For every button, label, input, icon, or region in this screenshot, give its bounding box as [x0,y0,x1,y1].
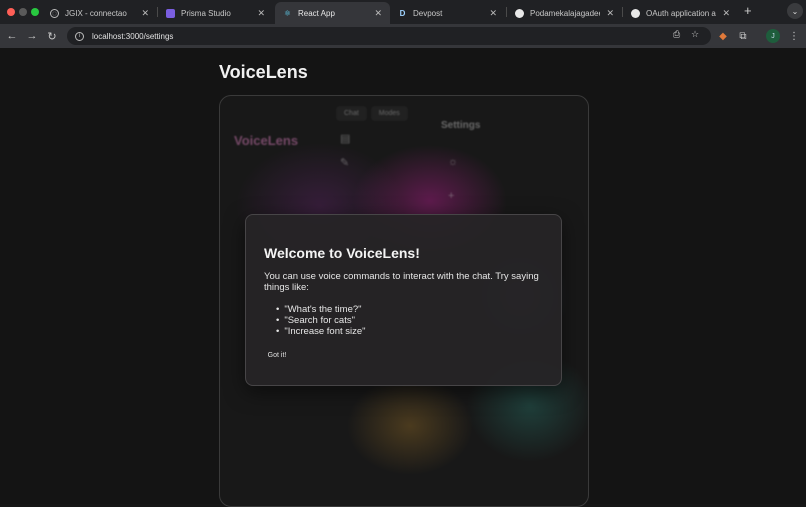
back-arrow-icon[interactable]: ← [4,28,20,44]
close-tab-icon[interactable]: ✕ [374,8,382,19]
address-bar[interactable]: i localhost:3000/settings [67,27,711,45]
extension-fox-icon[interactable]: ◆ [715,28,731,44]
app-logo: VoiceLens [234,133,299,148]
browser-toolbar: ← → ↻ i localhost:3000/settings ⎙ ☆ ◆ ⧉ … [0,24,806,48]
install-app-icon[interactable]: ⎙ [673,29,680,40]
tab-modes[interactable]: Modes [370,106,408,121]
edit-icon[interactable]: ✎ [340,156,349,169]
close-window-button[interactable] [7,8,15,16]
settings-heading: Settings [441,120,481,131]
close-tab-icon[interactable]: ✕ [722,8,730,19]
sun-icon[interactable]: ☼ [448,156,458,168]
browser-tab-react-app[interactable]: ⚛ React App ✕ [275,2,390,24]
react-icon: ⚛ [283,8,292,18]
forward-arrow-icon[interactable]: → [24,28,40,44]
globe-icon: ◌ [50,8,59,18]
url-text: localhost:3000/settings [92,31,174,41]
list-item: "Search for cats" [276,315,366,326]
list-item: "What's the time?" [276,304,366,315]
prisma-icon [166,8,175,18]
browser-tab-github-repo[interactable]: Podamekalajagadeesh/ ✕ [507,2,622,24]
browser-tab-devpost[interactable]: D Devpost ✕ [390,2,505,24]
plus-icon[interactable]: + [448,190,454,202]
page-content: VoiceLens VoiceLens Chat Modes ▤ ✎ Setti… [0,48,806,507]
mode-tabs: Chat Modes [336,106,408,121]
browser-tab-prisma[interactable]: Prisma Studio ✕ [158,2,273,24]
new-tab-button[interactable]: + [744,4,752,18]
list-item: "Increase font size" [276,326,365,337]
got-it-button[interactable]: Got it! [264,346,290,366]
close-tab-icon[interactable]: ✕ [141,8,149,19]
browser-tab-strip: ◌ JGIX - connectao ✕ Prisma Studio ✕ ⚛ R… [0,0,806,24]
close-tab-icon[interactable]: ✕ [257,8,265,19]
chevron-down-icon[interactable]: ⌄ [787,3,803,19]
profile-avatar[interactable]: J [766,29,780,43]
welcome-modal: Welcome to VoiceLens! You can use voice … [245,214,562,386]
reload-icon[interactable]: ↻ [44,28,60,44]
modal-body-text: You can use voice commands to interact w… [264,271,539,293]
close-tab-icon[interactable]: ✕ [489,8,497,19]
devpost-icon: D [399,8,406,18]
voice-command-examples: "What's the time?" "Search for cats" "In… [276,304,366,337]
browser-tab-oauth[interactable]: OAuth application autho ✕ [623,2,738,24]
bookmark-star-icon[interactable]: ☆ [691,29,699,40]
page-title: VoiceLens [219,62,308,82]
minimize-window-button[interactable] [19,8,27,16]
browser-tab-jgix[interactable]: ◌ JGIX - connectao ✕ [42,2,157,24]
github-icon [515,8,524,18]
github-icon [631,8,640,18]
browser-menu-icon[interactable]: ⋮ [786,28,802,44]
layout-icon[interactable]: ▤ [340,132,350,145]
site-info-icon[interactable]: i [75,31,84,41]
modal-title: Welcome to VoiceLens! [264,245,420,261]
extensions-puzzle-icon[interactable]: ⧉ [735,28,751,44]
close-tab-icon[interactable]: ✕ [606,8,614,19]
tab-chat[interactable]: Chat [336,106,367,121]
maximize-window-button[interactable] [31,8,39,16]
